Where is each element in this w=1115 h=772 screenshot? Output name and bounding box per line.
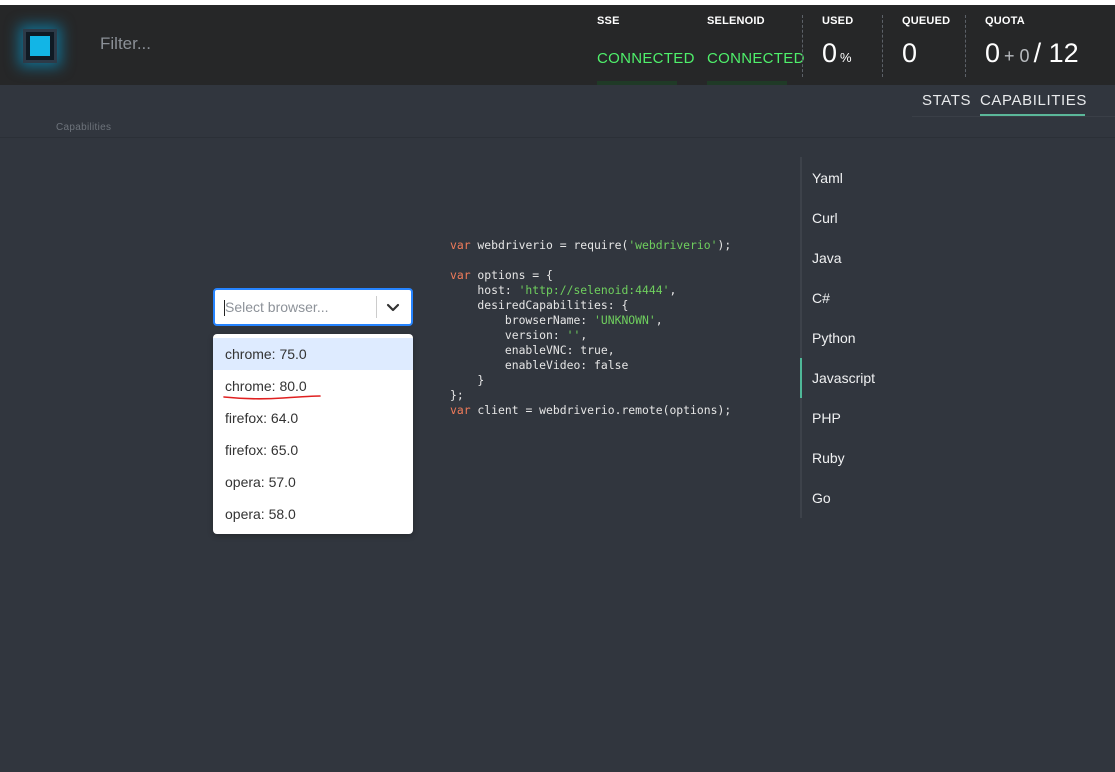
code-text: }; <box>450 388 464 402</box>
language-item-javascript[interactable]: Javascript <box>812 358 875 398</box>
active-language-indicator <box>800 358 802 398</box>
code-text: ); <box>717 238 732 252</box>
capabilities-code-snippet: var webdriverio = require('webdriverio')… <box>450 238 731 418</box>
code-string: '' <box>566 328 581 342</box>
code-text: , <box>580 328 588 342</box>
used-label: USED <box>822 15 854 27</box>
content-divider <box>0 137 1115 138</box>
code-keyword: var <box>450 238 471 252</box>
code-text: enableVNC: true, <box>450 343 615 357</box>
browser-select-placeholder: Select browser... <box>225 299 329 315</box>
quota-value: 0 + 0/ 12 <box>985 38 1079 69</box>
header-separator <box>965 15 966 77</box>
quota-used: 0 <box>985 38 1001 68</box>
queued-value: 0 <box>902 38 918 68</box>
browser-select[interactable]: Select browser... <box>213 288 413 326</box>
code-text: webdriverio = require( <box>470 238 629 252</box>
selenoid-status: SELENOID CONNECTED <box>707 5 805 85</box>
quota-pending: + 0 <box>1004 46 1030 66</box>
code-text: , <box>655 313 663 327</box>
header-separator <box>802 15 803 77</box>
tab-stats[interactable]: STATS <box>922 92 971 109</box>
code-text: client = webdriverio.remote(options); <box>470 403 732 417</box>
red-annotation-underline <box>223 395 321 400</box>
used-number: 0 <box>822 38 838 68</box>
tabs-divider <box>912 116 1115 117</box>
code-text: version: <box>450 328 567 342</box>
selenoid-label: SELENOID <box>707 15 765 27</box>
code-text: desiredCapabilities: { <box>450 298 629 312</box>
top-bar: SSE CONNECTED SELENOID CONNECTED USED 0%… <box>0 5 1115 85</box>
sse-status: SSE CONNECTED <box>597 5 694 85</box>
header-separator <box>882 15 883 77</box>
browser-option[interactable]: firefox: 65.0 <box>213 434 413 466</box>
language-item-php[interactable]: PHP <box>812 398 841 438</box>
language-item-yaml[interactable]: Yaml <box>812 158 843 198</box>
code-string: 'UNKNOWN' <box>594 313 656 327</box>
browser-option[interactable]: opera: 57.0 <box>213 466 413 498</box>
language-item-python[interactable]: Python <box>812 318 856 358</box>
used-stat: USED 0% <box>822 5 882 85</box>
select-indicator-separator <box>376 296 377 318</box>
code-text: enableVideo: false <box>450 358 629 372</box>
sse-label: SSE <box>597 15 620 27</box>
tab-capabilities[interactable]: CAPABILITIES <box>980 92 1087 109</box>
quota-label: QUOTA <box>985 15 1025 27</box>
browser-dropdown-menu: chrome: 75.0 chrome: 80.0 firefox: 64.0 … <box>213 334 413 534</box>
language-item-curl[interactable]: Curl <box>812 198 838 238</box>
code-keyword: var <box>450 268 471 282</box>
browser-option-label: chrome: 80.0 <box>225 378 307 394</box>
language-item-csharp[interactable]: C# <box>812 278 830 318</box>
browser-option[interactable]: chrome: 80.0 <box>213 370 413 402</box>
queued-label: QUEUED <box>902 15 951 27</box>
selenoid-status-underline <box>707 81 787 85</box>
code-text: browserName: <box>450 313 595 327</box>
logo-icon <box>23 29 57 63</box>
used-unit: % <box>840 50 852 65</box>
code-text: } <box>450 373 485 387</box>
selenoid-connection-status: CONNECTED <box>707 50 805 67</box>
queued-stat: QUEUED 0 <box>902 5 964 85</box>
logo-square <box>30 36 50 56</box>
browser-option[interactable]: chrome: 75.0 <box>213 338 413 370</box>
filter-input[interactable] <box>92 27 392 61</box>
language-item-ruby[interactable]: Ruby <box>812 438 845 478</box>
used-value: 0% <box>822 38 852 69</box>
code-text: options = { <box>470 268 553 282</box>
quota-total: / 12 <box>1033 38 1079 68</box>
browser-option[interactable]: opera: 58.0 <box>213 498 413 530</box>
sse-status-underline <box>597 81 677 85</box>
language-item-java[interactable]: Java <box>812 238 842 278</box>
sse-connection-status: CONNECTED <box>597 50 695 67</box>
code-string: 'webdriverio' <box>628 238 718 252</box>
chevron-down-icon[interactable] <box>385 299 401 315</box>
code-text: , <box>669 283 677 297</box>
breadcrumb: Capabilities <box>56 122 112 133</box>
code-keyword: var <box>450 403 471 417</box>
language-item-go[interactable]: Go <box>812 478 831 518</box>
language-list-rail <box>800 157 802 518</box>
code-string: 'http://selenoid:4444' <box>518 283 670 297</box>
code-text: host: <box>450 283 519 297</box>
quota-stat: QUOTA 0 + 0/ 12 <box>985 5 1110 85</box>
browser-option[interactable]: firefox: 64.0 <box>213 402 413 434</box>
